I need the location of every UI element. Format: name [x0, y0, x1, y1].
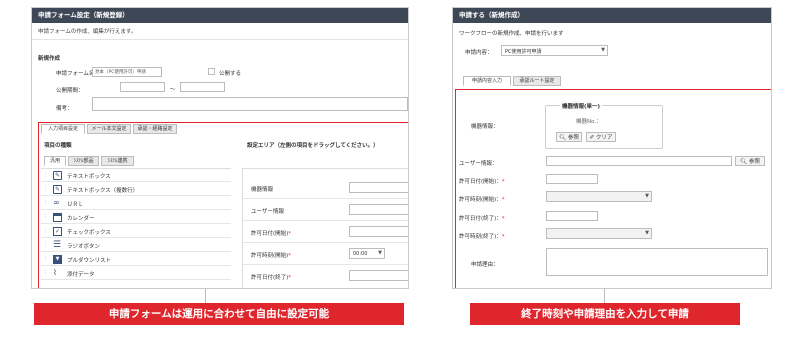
applied-content-select[interactable]: PC使用許可申請 ▼	[501, 45, 608, 56]
window-title: 申請する（新規作成）	[453, 8, 771, 23]
period-tilde: ～	[170, 87, 176, 93]
window-subtitle: ワークフローの新規作成、申請を行います	[459, 31, 564, 37]
highlight-frame	[38, 122, 408, 288]
tab-application-input[interactable]: 申請内容入力	[463, 76, 511, 86]
caption-connector	[604, 289, 605, 303]
window-subtitle: 申請フォームの作成、編集が行えます。	[32, 23, 408, 40]
period-start-input[interactable]	[120, 82, 165, 92]
remarks-input[interactable]	[92, 97, 408, 111]
period-end-input[interactable]	[180, 82, 225, 92]
form-name-input[interactable]: 見本（PC使用許可）申請	[92, 67, 162, 77]
section-heading: 新規作成	[38, 56, 61, 62]
right-caption: 終了時刻や申請理由を入力して申請	[470, 303, 740, 325]
highlight-frame	[455, 89, 771, 288]
left-caption: 申請フォームは運用に合わせて自由に設定可能	[34, 303, 404, 325]
form-settings-window: 申請フォーム設定（新規登録） 申請フォームの作成、編集が行えます。 新規作成 申…	[31, 7, 409, 289]
window-title: 申請フォーム設定（新規登録）	[32, 8, 408, 23]
public-label: 公開する	[219, 71, 242, 77]
apply-window: 申請する（新規作成） ワークフローの新規作成、申請を行います 申請内容： PC使…	[452, 7, 772, 289]
period-label: 公開期間：	[56, 88, 84, 94]
applied-content-label: 申請内容：	[465, 50, 493, 56]
tab-approval-route[interactable]: 承認ルート設定	[513, 76, 561, 86]
remarks-label: 備考：	[56, 106, 73, 112]
caption-connector	[205, 289, 206, 303]
public-checkbox[interactable]	[208, 68, 215, 75]
